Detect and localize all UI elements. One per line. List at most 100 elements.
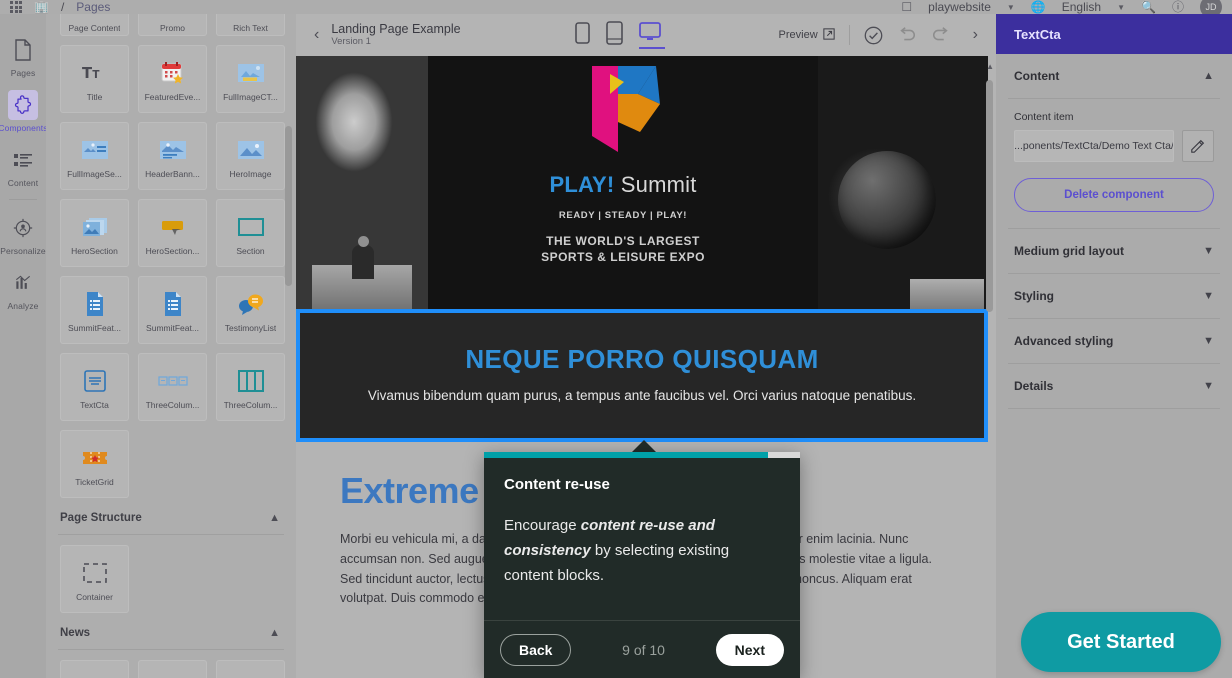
library-section-news[interactable]: News ▲ <box>56 613 286 649</box>
properties-section-advanced-styling[interactable]: Advanced styling ▼ <box>996 319 1232 363</box>
delete-component-button[interactable]: Delete component <box>1014 178 1214 212</box>
section-title: Page Structure <box>60 512 142 524</box>
chevron-down-icon[interactable]: ▼ <box>1203 335 1214 347</box>
component-label: Promo <box>159 23 186 33</box>
section-icon <box>237 210 265 244</box>
chevron-up-icon[interactable]: ▲ <box>269 627 280 639</box>
component-card-featuredevent[interactable]: FeaturedEve... <box>138 45 207 113</box>
site-selector-label[interactable]: playwebsite <box>928 0 991 14</box>
sidebar-item-personalize[interactable]: Personalize <box>0 206 46 261</box>
chevron-left-icon[interactable]: ‹ <box>306 26 327 44</box>
content-item-row: ...ponents/TextCta/Demo Text Cta/ <box>1014 130 1214 162</box>
component-label: Container <box>76 592 113 602</box>
component-card-threecolumn[interactable]: ThreeColum... <box>216 353 285 421</box>
component-card[interactable]: Rich Text <box>216 14 285 36</box>
grid-apps-icon[interactable] <box>10 1 22 13</box>
properties-section-details[interactable]: Details ▼ <box>996 364 1232 408</box>
component-label: HeaderBann... <box>145 169 200 179</box>
content-item-input[interactable]: ...ponents/TextCta/Demo Text Cta/ <box>1014 130 1174 162</box>
component-card-testimonylist[interactable]: TestimonyList <box>216 276 285 344</box>
component-card-herosection-alt[interactable]: HeroSection... <box>138 199 207 267</box>
help-icon[interactable]: ⓘ <box>1172 1 1184 13</box>
sidebar-item-analyze[interactable]: Analyze <box>0 261 46 316</box>
calendar-star-icon <box>160 56 186 90</box>
sidebar-item-components[interactable]: Components <box>0 83 48 138</box>
component-card[interactable] <box>216 660 285 678</box>
hero-left-photo <box>296 56 428 309</box>
component-card[interactable] <box>60 660 129 678</box>
hero-banner[interactable]: PLAY! Summit READY | STEADY | PLAY! THE … <box>296 56 988 309</box>
list-icon <box>8 145 38 175</box>
tablet-icon[interactable] <box>605 20 623 50</box>
component-library-panel: Page Content Promo Rich Text TT Title Fe… <box>46 14 296 678</box>
get-started-button[interactable]: Get Started <box>1021 612 1221 672</box>
mobile-icon[interactable] <box>574 21 590 49</box>
component-card-threecolumn-small[interactable]: ThreeColum... <box>138 353 207 421</box>
component-card-herosection[interactable]: HeroSection <box>60 199 129 267</box>
home-icon[interactable]: 🏢 <box>34 1 49 13</box>
walkthrough-back-button[interactable]: Back <box>500 633 572 666</box>
hero-section-alt-icon <box>159 210 187 244</box>
chevron-up-icon[interactable]: ▲ <box>1203 70 1214 82</box>
component-panel-scrollbar[interactable] <box>285 126 292 286</box>
component-card-ticketgrid[interactable]: TicketGrid <box>60 430 129 498</box>
language-selector-label[interactable]: English <box>1062 0 1101 14</box>
selected-component-textcta[interactable]: NEQUE PORRO QUISQUAM Vivamus bibendum qu… <box>296 309 988 442</box>
properties-section-styling[interactable]: Styling ▼ <box>996 274 1232 318</box>
walkthrough-next-button[interactable]: Next <box>715 633 784 666</box>
walkthrough-text: Encourage content re-use and consistency… <box>504 513 780 588</box>
component-row-clipped: Page Content Promo Rich Text <box>56 14 286 36</box>
textcta-heading: NEQUE PORRO QUISQUAM <box>465 344 819 374</box>
sidebar-item-label: Content <box>7 178 39 188</box>
library-section-page-structure[interactable]: Page Structure ▲ <box>56 498 286 534</box>
language-chevron-down-icon[interactable]: ▼ <box>1117 3 1125 12</box>
component-card-fullimagesection[interactable]: FullImageSe... <box>60 122 129 190</box>
chevron-down-icon[interactable]: ▼ <box>1203 290 1214 302</box>
site-chevron-down-icon[interactable]: ▼ <box>1007 3 1015 12</box>
sidebar-item-label: Pages <box>10 68 36 78</box>
breadcrumb-pages[interactable]: Pages <box>76 0 110 14</box>
section-title: Details <box>1014 379 1054 393</box>
redo-icon[interactable] <box>931 26 951 44</box>
pencil-icon[interactable] <box>1182 130 1214 162</box>
properties-header: TextCta <box>996 14 1232 54</box>
sidebar-item-label: Personalize <box>0 246 46 256</box>
component-card[interactable]: Promo <box>138 14 207 36</box>
desktop-icon[interactable] <box>638 21 665 49</box>
component-card-summitfeature-2[interactable]: SummitFeat... <box>138 276 207 344</box>
hero-title-light: Summit <box>620 172 697 197</box>
undo-icon[interactable] <box>897 26 917 44</box>
chevron-down-icon[interactable]: ▼ <box>1203 245 1214 257</box>
component-library-scroll[interactable]: Page Content Promo Rich Text TT Title Fe… <box>46 14 296 678</box>
properties-section-medium-grid-layout[interactable]: Medium grid layout ▼ <box>996 229 1232 273</box>
canvas-scrollbar[interactable] <box>986 80 993 312</box>
avatar[interactable]: JD <box>1200 0 1222 14</box>
component-label: TestimonyList <box>224 323 277 333</box>
component-card-textcta[interactable]: TextCta <box>60 353 129 421</box>
component-card-summitfeature-1[interactable]: SummitFeat... <box>60 276 129 344</box>
sidebar-item-content[interactable]: Content <box>0 138 46 193</box>
properties-panel: TextCta Content ▲ Content item ...ponent… <box>996 14 1232 678</box>
component-card-section[interactable]: Section <box>216 199 285 267</box>
search-icon[interactable]: 🔍 <box>1141 1 1156 13</box>
component-card-container[interactable]: Container <box>60 545 129 613</box>
component-card-headerbanner[interactable]: HeaderBann... <box>138 122 207 190</box>
sidebar-item-pages[interactable]: Pages <box>0 28 46 83</box>
walkthrough-body: Content re-use Encourage content re-use … <box>484 458 800 588</box>
target-person-icon <box>8 213 38 243</box>
check-circle-icon[interactable] <box>864 26 883 45</box>
site-icon: ☐ <box>901 0 913 14</box>
page-title-block: Landing Page Example Version 1 <box>331 22 460 48</box>
chevron-down-icon[interactable]: ▼ <box>1203 380 1214 392</box>
chevron-right-icon[interactable]: › <box>965 26 986 44</box>
component-card[interactable] <box>138 660 207 678</box>
component-card-title[interactable]: TT Title <box>60 45 129 113</box>
component-card-fullimagecta[interactable]: FullImageCT... <box>216 45 285 113</box>
properties-section-content[interactable]: Content ▲ <box>996 54 1232 98</box>
chevron-up-icon[interactable]: ▲ <box>269 512 280 524</box>
preview-button[interactable]: Preview <box>779 27 835 43</box>
title-icon: TT <box>82 56 108 90</box>
component-card-heroimage[interactable]: HeroImage <box>216 122 285 190</box>
canvas-scroll-up-icon[interactable]: ▲ <box>986 62 994 71</box>
component-card[interactable]: Page Content <box>60 14 129 36</box>
